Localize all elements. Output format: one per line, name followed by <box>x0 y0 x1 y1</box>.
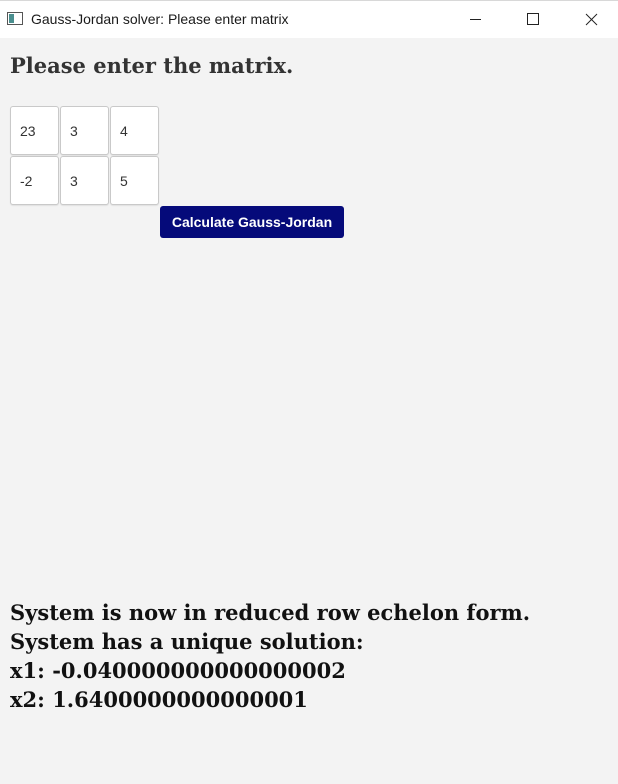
close-icon <box>585 13 598 26</box>
minimize-icon <box>470 19 481 20</box>
matrix-cell-r2c3[interactable] <box>110 156 159 205</box>
matrix-cell-r2c1[interactable] <box>10 156 59 205</box>
app-window: Gauss-Jordan solver: Please enter matrix… <box>0 0 618 784</box>
result-line-rref: System is now in reduced row echelon for… <box>10 600 531 625</box>
minimize-button[interactable] <box>446 1 504 38</box>
window-title: Gauss-Jordan solver: Please enter matrix <box>31 11 289 27</box>
maximize-icon <box>527 13 539 25</box>
close-button[interactable] <box>562 1 618 38</box>
result-line-unique: System has a unique solution: <box>10 629 364 654</box>
matrix-cell-r2c2[interactable] <box>60 156 109 205</box>
calculate-button[interactable]: Calculate Gauss-Jordan <box>160 206 344 238</box>
result-line-x2: x2: 1.6400000000000001 <box>10 687 308 712</box>
result-line-x1: x1: -0.040000000000000002 <box>10 658 346 683</box>
maximize-button[interactable] <box>504 1 562 38</box>
window-icon <box>7 12 23 25</box>
matrix-cell-r1c1[interactable] <box>10 106 59 155</box>
page-heading: Please enter the matrix. <box>10 53 294 78</box>
matrix-cell-r1c2[interactable] <box>60 106 109 155</box>
title-bar[interactable]: Gauss-Jordan solver: Please enter matrix <box>0 0 618 38</box>
matrix-cell-r1c3[interactable] <box>110 106 159 155</box>
